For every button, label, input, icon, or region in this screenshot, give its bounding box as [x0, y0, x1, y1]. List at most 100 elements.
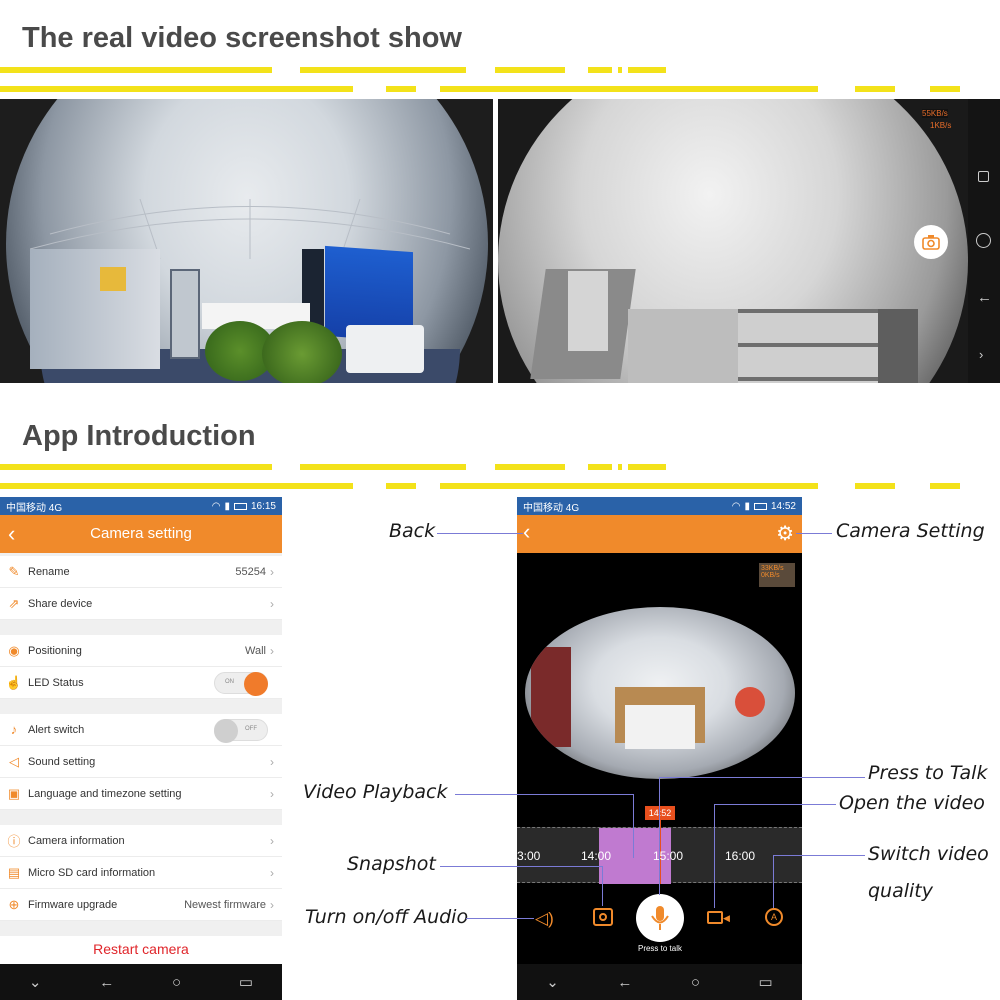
annotation-switch-quality-2: quality — [868, 880, 933, 902]
annotation-back: Back — [389, 520, 436, 542]
settings-row-share[interactable]: ⇗ Share device › — [0, 588, 282, 620]
settings-header: ‹ Camera setting — [0, 515, 282, 553]
chevron-down-icon[interactable]: ⌄ — [546, 973, 559, 991]
alert-toggle[interactable]: OFF — [214, 718, 268, 743]
restart-camera-button[interactable]: Restart camera — [0, 941, 282, 957]
fisheye-storeroom-photo: 55KB/s 1KB/s — [498, 99, 968, 383]
section-title-app: App Introduction — [22, 420, 256, 452]
carrier-label: 中国移动 4G — [6, 502, 63, 514]
signal-icon: ▮ — [744, 500, 750, 512]
chevron-right-icon: › — [270, 786, 274, 801]
press-to-talk-label: Press to talk — [637, 944, 682, 953]
chevron-right-icon: › — [270, 564, 274, 579]
wifi-icon: ◠ — [211, 500, 221, 512]
settings-row-language[interactable]: ▣ Language and timezone setting › — [0, 778, 282, 810]
toggle-text: OFF — [245, 725, 257, 732]
back-icon[interactable]: ← — [977, 289, 992, 306]
chevron-right-icon: › — [270, 833, 274, 848]
row-label: Alert switch — [28, 723, 85, 736]
settings-row-led: ☝ LED Status ON — [0, 667, 282, 699]
wifi-icon: ◠ — [731, 500, 741, 512]
annotation-line — [437, 533, 523, 534]
chevron-right-icon: › — [270, 596, 274, 611]
quality-button[interactable]: A — [765, 908, 783, 926]
home-icon[interactable]: ○ — [691, 974, 700, 991]
chevron-right-icon: › — [270, 643, 274, 658]
snapshot-button[interactable] — [914, 225, 948, 259]
live-view-screen: 中国移动 4G ◠ ▮ 14:52 ‹ ⚙ 33KB/s 0KB/s 14:52… — [517, 497, 802, 1000]
record-video-button[interactable]: ◀ — [707, 911, 730, 924]
battery-icon — [233, 502, 247, 510]
annotation-line — [773, 855, 865, 856]
chevron-down-icon[interactable]: ⌄ — [29, 973, 42, 991]
row-value: Wall — [245, 644, 266, 657]
home-icon[interactable] — [976, 233, 991, 248]
row-label: Camera information — [28, 834, 125, 847]
chevron-right-icon: › — [270, 865, 274, 880]
gear-icon[interactable]: ⚙ — [776, 521, 794, 546]
camera-icon — [922, 235, 940, 250]
annotation-line — [659, 777, 865, 778]
language-icon: ▣ — [7, 785, 21, 801]
camera-setting-screen: 中国移动 4G ◠ ▮ 16:15 ‹ Camera setting ✎ Ren… — [0, 497, 282, 1000]
row-label: Micro SD card information — [28, 866, 156, 879]
settings-row-firmware[interactable]: ⊕ Firmware upgrade Newest firmware › — [0, 889, 282, 921]
share-icon: ⇗ — [8, 595, 20, 611]
live-video[interactable] — [525, 607, 795, 779]
annotation-camera-setting: Camera Setting — [836, 520, 985, 542]
chevron-right-icon: › — [270, 897, 274, 912]
settings-row-sound[interactable]: ◁ Sound setting › — [0, 746, 282, 778]
timeline-label: 15:00 — [653, 849, 684, 863]
annotation-open-video: Open the video — [839, 792, 985, 814]
camera-icon — [599, 913, 607, 921]
live-header: ‹ ⚙ — [517, 515, 802, 553]
row-value: Newest firmware — [184, 898, 266, 911]
audio-button[interactable]: ◁) — [535, 909, 554, 929]
annotation-line — [796, 533, 832, 534]
back-button[interactable]: ‹ — [523, 519, 530, 545]
toggle-knob — [214, 718, 238, 743]
sd-card-icon: ▤ — [7, 864, 21, 880]
settings-row-positioning[interactable]: ◉ Positioning Wall › — [0, 635, 282, 667]
annotation-line — [714, 804, 715, 908]
back-icon[interactable]: ← — [99, 974, 114, 991]
hand-icon: ☝ — [5, 674, 23, 690]
back-icon[interactable]: ← — [617, 974, 632, 991]
fisheye-office-photo — [0, 99, 493, 383]
annotation-line — [773, 855, 774, 908]
android-nav-bar: ⌄ ← ○ ▭ — [0, 964, 282, 1000]
info-icon: ⓘ — [7, 834, 21, 849]
recent-apps-icon[interactable]: ▭ — [759, 973, 773, 991]
annotation-switch-quality: Switch video — [868, 843, 989, 865]
settings-row-rename[interactable]: ✎ Rename 55254 › — [0, 556, 282, 588]
snapshot-button[interactable] — [593, 908, 613, 926]
annotation-line — [659, 777, 660, 895]
row-value: 55254 — [235, 565, 266, 578]
settings-row-camera-info[interactable]: ⓘ Camera information › — [0, 825, 282, 857]
bell-icon: ♪ — [10, 722, 18, 737]
android-side-nav: ← › — [968, 99, 1000, 383]
row-label: Rename — [28, 565, 70, 578]
home-icon[interactable]: ○ — [172, 974, 181, 991]
settings-row-alert: ♪ Alert switch OFF — [0, 714, 282, 746]
row-label: Share device — [28, 597, 93, 610]
recent-apps-icon[interactable]: ▭ — [239, 973, 253, 991]
speed-up: 33KB/s — [761, 565, 784, 572]
recent-apps-icon[interactable] — [978, 171, 989, 182]
annotation-line — [440, 866, 602, 867]
row-label: Firmware upgrade — [28, 898, 118, 911]
toggle-text: ON — [225, 678, 234, 685]
chevron-right-icon[interactable]: › — [979, 347, 983, 362]
speed-box: 33KB/s 0KB/s — [759, 563, 795, 587]
storage-shelves — [738, 309, 888, 383]
page-title: Camera setting — [90, 525, 192, 542]
timeline-label: 14:00 — [581, 849, 612, 863]
led-toggle[interactable]: ON — [214, 671, 268, 696]
annotation-line — [714, 804, 836, 805]
battery-icon — [753, 502, 767, 510]
row-label: Sound setting — [28, 755, 96, 768]
press-to-talk-button[interactable] — [636, 894, 684, 942]
speaker-icon: ◁ — [9, 753, 19, 769]
chevron-right-icon: › — [270, 754, 274, 769]
settings-row-sd-card[interactable]: ▤ Micro SD card information › — [0, 857, 282, 889]
